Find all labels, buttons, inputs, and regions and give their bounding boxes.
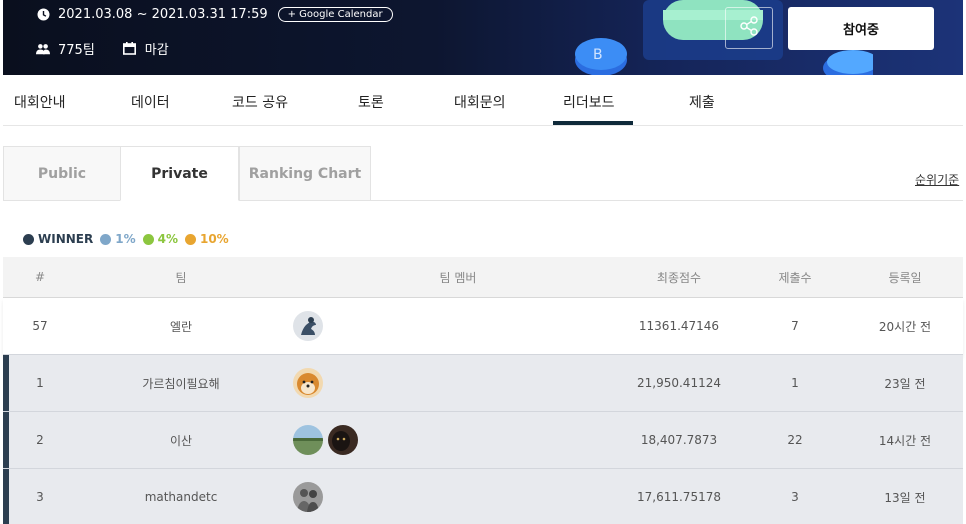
rank-cell: 3 [36,490,44,504]
submissions-cell: 7 [791,319,799,333]
header-date: 등록일 [888,270,922,285]
clock-icon [36,8,50,22]
nav-tab-inquiry[interactable]: 대회문의 [454,92,506,112]
nav-tab-overview[interactable]: 대회안내 [14,92,66,112]
team-name-cell[interactable]: mathandetc [77,469,285,524]
header-submissions: 제출수 [778,270,812,285]
submissions-cell: 1 [791,376,799,390]
svg-text:B: B [593,47,603,63]
nav-tab-submit[interactable]: 제출 [689,92,715,112]
share-button[interactable] [725,7,773,49]
score-cell: 11361.47146 [638,319,720,333]
share-icon [739,16,759,40]
nav-tab-data[interactable]: 데이터 [131,92,170,112]
legend-winner: WINNER [23,232,93,246]
nav-active-indicator [553,121,633,125]
members-cell [293,469,623,524]
table-row[interactable]: 2 이산 18,407.7873 22 14시간 전 [3,412,963,469]
avatar[interactable] [328,425,358,455]
score-cell: 18,407.7873 [640,433,718,447]
date-cell: 20시간 전 [878,319,932,334]
avatar[interactable] [293,368,323,398]
calendar-icon [123,42,137,56]
my-team-row[interactable]: 57 엘란 11361.47146 7 20시간 전 [3,298,963,355]
subtab-ranking-chart[interactable]: Ranking Chart [239,146,371,201]
competition-period: 2021.03.08 ~ 2021.03.31 17:59 [58,7,268,22]
submissions-cell: 22 [787,433,803,447]
members-cell [293,355,623,411]
subtab-private[interactable]: Private [120,146,239,201]
competition-nav: 대회안내 데이터 코드 공유 토론 대회문의 리더보드 제출 [3,75,963,126]
nav-tab-leaderboard[interactable]: 리더보드 [563,92,615,112]
rank-cell: 1 [36,376,44,390]
avatar[interactable] [293,311,323,341]
google-calendar-button[interactable]: + Google Calendar [277,7,393,22]
team-count: 775팀 [58,43,95,58]
date-cell: 13일 전 [884,490,926,505]
table-header: # 팀 팀 멤버 최종점수 제출수 등록일 [3,257,963,298]
competition-status: 마감 [144,43,169,58]
nav-tab-discussion[interactable]: 토론 [358,92,384,112]
subtab-public[interactable]: Public [3,146,121,201]
leaderboard-table: # 팀 팀 멤버 최종점수 제출수 등록일 57 엘란 11361.47146 … [3,257,963,524]
legend-top-10pct: 10% [184,232,229,246]
team-name-cell[interactable]: 엘란 [77,298,285,354]
table-row[interactable]: 1 가르침이필요해 21,950.41124 1 23일 전 [3,355,963,412]
members-cell [293,298,623,354]
rank-cell: 2 [36,433,44,447]
members-cell [293,412,623,468]
rank-legend: WINNER 1% 4% 10% [23,232,236,246]
header-score: 최종점수 [656,270,702,285]
date-cell: 14시간 전 [878,433,932,448]
date-cell: 23일 전 [884,376,926,391]
nav-tab-code-share[interactable]: 코드 공유 [232,92,288,112]
submissions-cell: 3 [791,490,799,504]
header-members: 팀 멤버 [439,270,477,285]
score-cell: 21,950.41124 [637,376,721,390]
legend-top-1pct: 1% [100,232,136,246]
avatar[interactable] [293,425,323,455]
score-cell: 17,611.75178 [637,490,721,504]
ranking-criteria-link[interactable]: 순위기준 [915,171,959,188]
header-rank: # [34,270,46,284]
people-icon [36,42,50,56]
avatar[interactable] [293,482,323,512]
header-team: 팀 [175,270,187,285]
rank-cell: 57 [32,319,48,333]
competition-banner: B 2021.03.08 ~ 2021.03.31 17:59 + Google… [3,0,963,75]
join-status-button[interactable]: 참여중 [788,7,934,50]
team-name-cell[interactable]: 이산 [77,412,285,468]
legend-top-4pct: 4% [142,232,178,246]
table-row[interactable]: 3 mathandetc 17,611.75178 3 13일 전 [3,469,963,524]
team-name-cell[interactable]: 가르침이필요해 [77,355,285,411]
